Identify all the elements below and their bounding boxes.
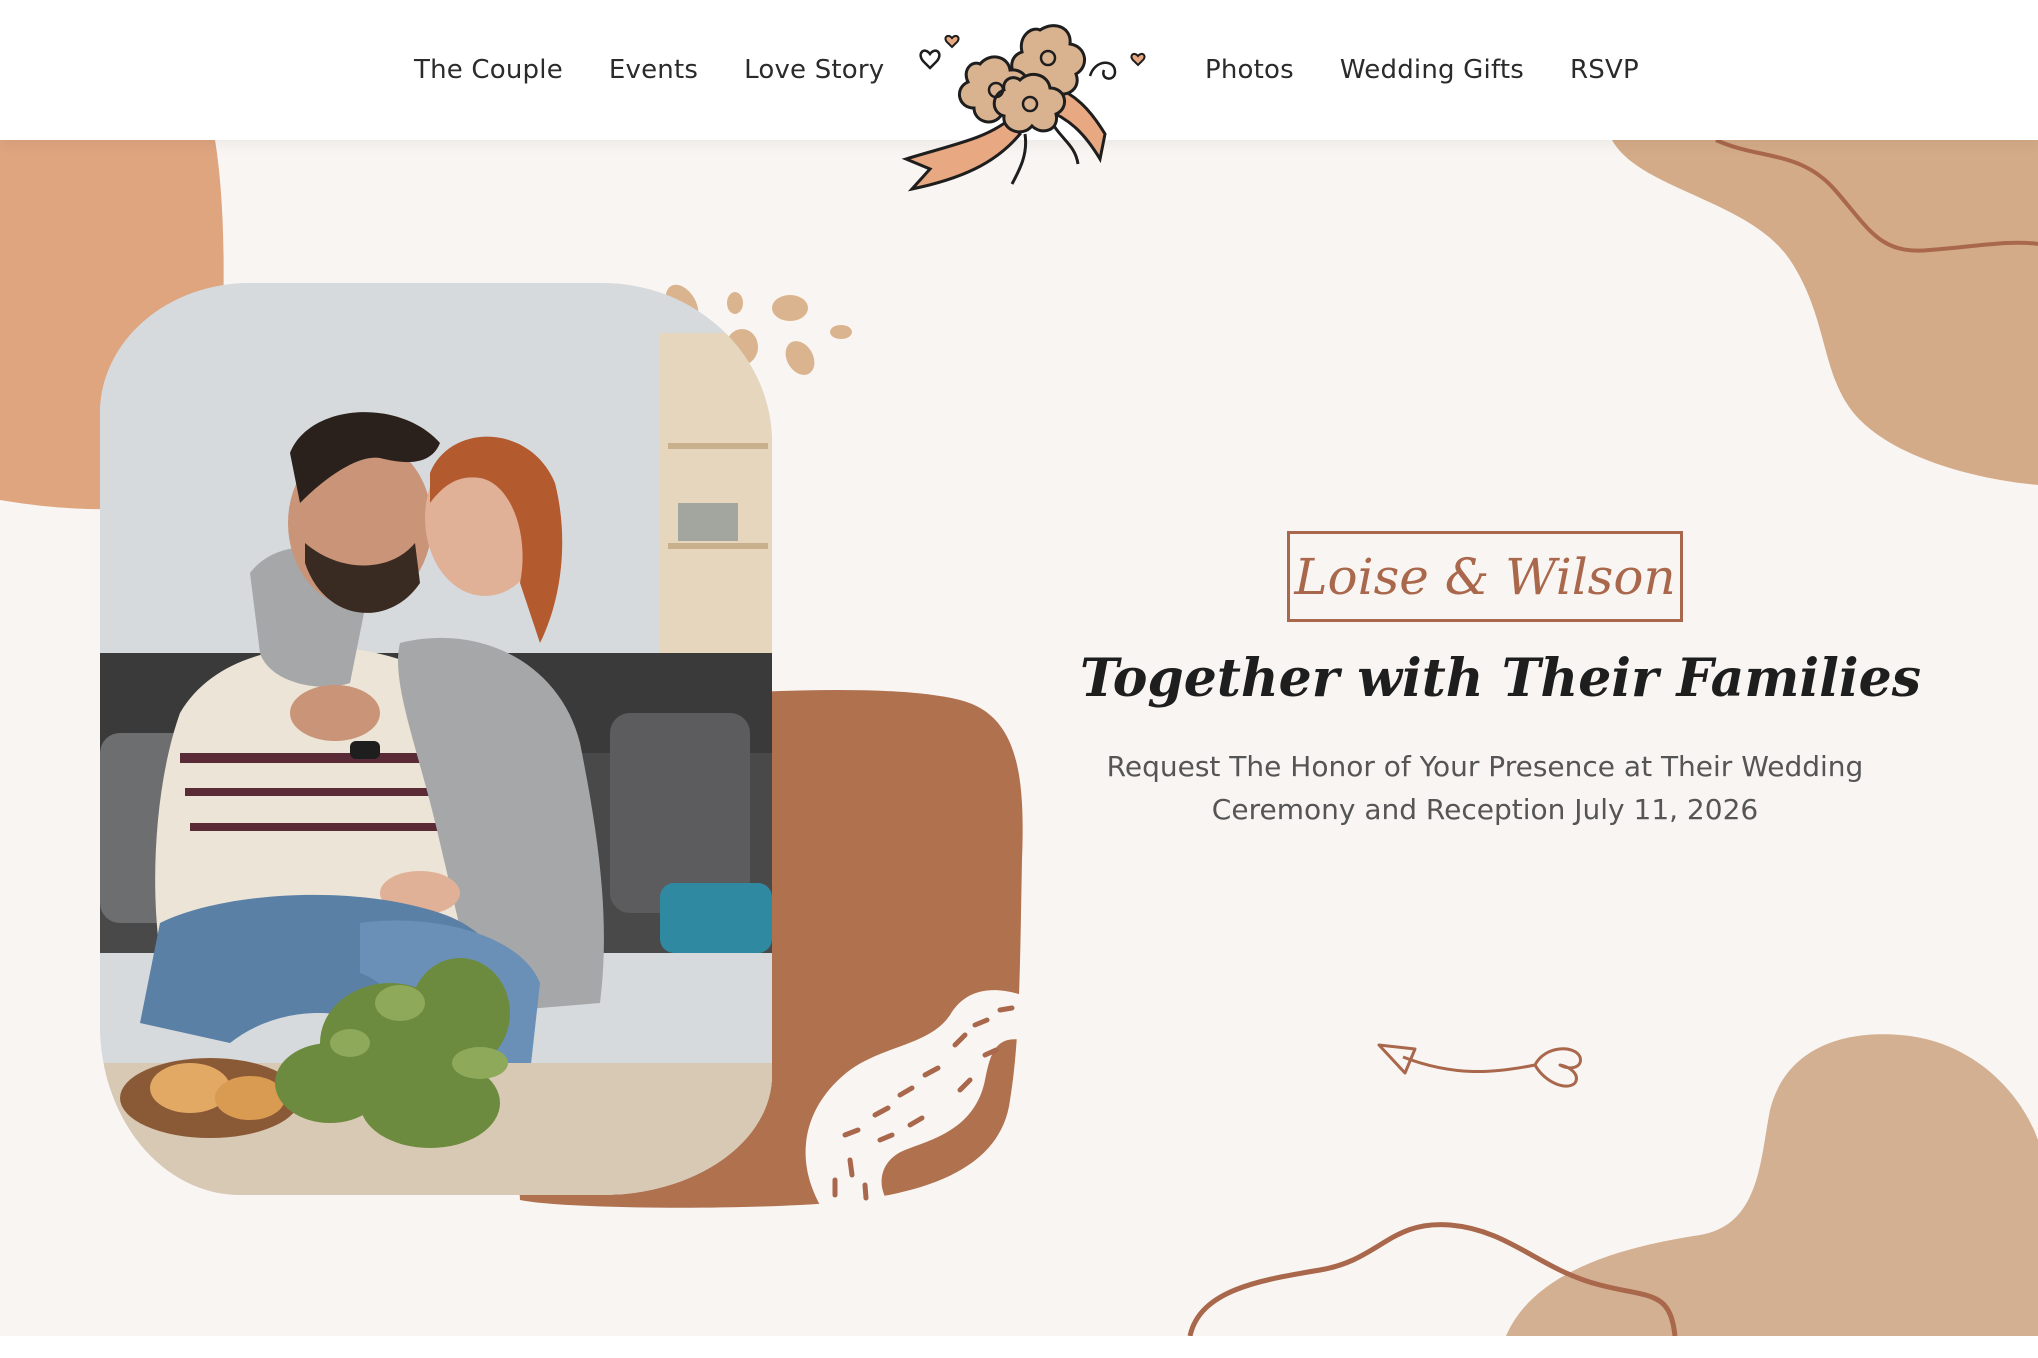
couple-photo [100,283,772,1195]
hero-headline: Together with Their Families [1080,648,1921,709]
nav-left: The Couple Events Love Story [414,0,930,140]
hero-section: Loise & Wilson Together with Their Famil… [0,140,2038,1336]
nav-link-the-couple[interactable]: The Couple [414,55,563,85]
couple-photo-illustration [100,283,772,1195]
nav-link-love-story[interactable]: Love Story [744,55,884,85]
nav-link-photos[interactable]: Photos [1205,55,1294,85]
arrow-icon [1377,1043,1582,1088]
nav-link-rsvp[interactable]: RSVP [1570,55,1639,85]
couple-names: Loise & Wilson [1294,547,1676,606]
bouquet-logo-icon[interactable] [900,14,1160,194]
nav-right: Photos Wedding Gifts RSVP [1205,0,1685,140]
nav-link-wedding-gifts[interactable]: Wedding Gifts [1340,55,1524,85]
footer-strip [0,1336,2038,1358]
couple-names-frame: Loise & Wilson [1287,531,1683,622]
nav-link-events[interactable]: Events [609,55,698,85]
hero-subtitle: Request The Honor of Your Presence at Th… [1106,750,1864,826]
